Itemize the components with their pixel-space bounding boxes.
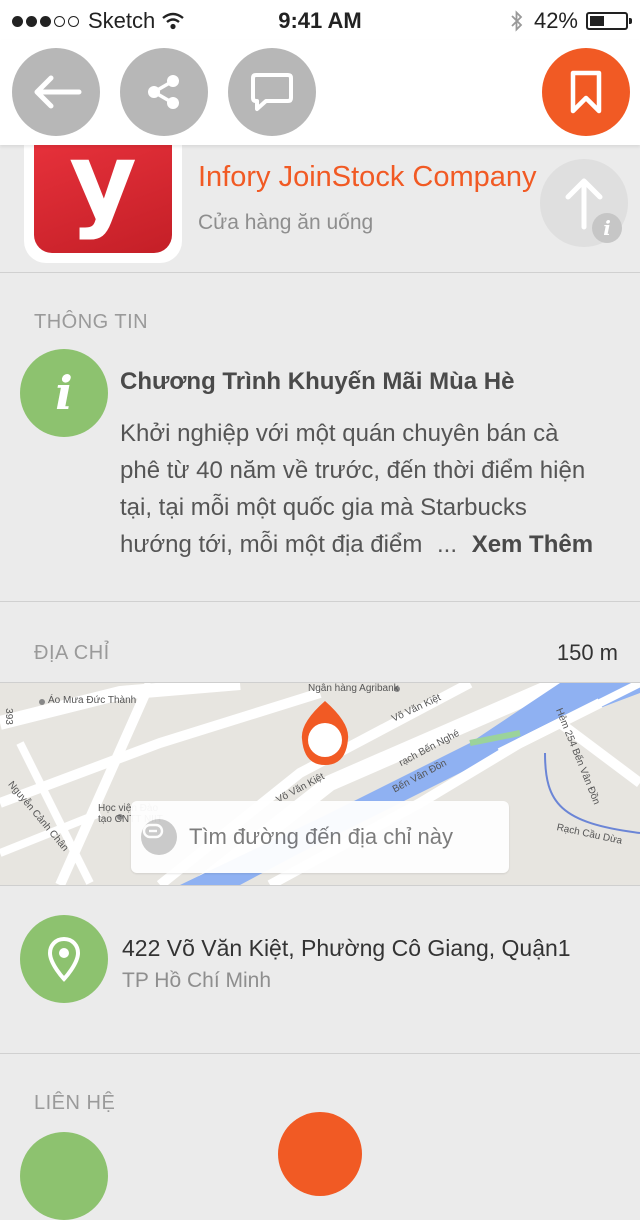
share-button[interactable]	[120, 48, 208, 136]
comment-icon	[251, 73, 293, 111]
address-line1: 422 Võ Văn Kiệt, Phường Cô Giang, Quận1	[122, 935, 571, 961]
share-icon	[148, 75, 179, 109]
map-label-number: 393	[2, 708, 14, 725]
location-pin-icon	[20, 915, 108, 1003]
info-icon: i	[20, 349, 108, 437]
info-section-title: THÔNG TIN	[34, 311, 149, 333]
promo-description: Khởi nghiệp với một quán chuyên bán cà p…	[120, 415, 600, 563]
map-view[interactable]: Áo Mưa Đức Thành Ngân hàng Agribank Võ V…	[0, 682, 640, 886]
read-more-link[interactable]: Xem Thêm	[472, 531, 593, 558]
battery-percent: 42%	[533, 8, 578, 33]
status-bar: Sketch 9:41 AM 42%	[0, 0, 640, 40]
distance: 150 m	[556, 640, 618, 665]
bookmark-button[interactable]	[542, 48, 630, 136]
map-label-bank: Ngân hàng Agribank	[308, 683, 399, 694]
company-category: Cửa hàng ăn uống	[198, 211, 374, 234]
company-logo-frame: y	[24, 120, 182, 263]
address-detail: 422 Võ Văn Kiệt, Phường Cô Giang, Quận1 …	[0, 885, 640, 1054]
contact-section-title: LIÊN HỆ	[34, 1092, 116, 1114]
directions-button[interactable]: Tìm đường đến địa chỉ này	[131, 801, 509, 873]
comment-button[interactable]	[228, 48, 316, 136]
scroll-up-button[interactable]: i	[540, 159, 628, 247]
promo-ellipsis: ...	[437, 531, 458, 558]
top-nav	[0, 40, 640, 145]
battery-icon	[586, 12, 632, 30]
battery-status: 42%	[510, 8, 632, 34]
directions-icon	[141, 819, 177, 855]
bluetooth-icon	[511, 10, 523, 32]
directions-label: Tìm đường đến địa chỉ này	[189, 824, 453, 849]
info-mini-icon: i	[592, 213, 622, 243]
address-line2: TP Hồ Chí Minh	[122, 969, 271, 992]
info-section: THÔNG TIN i Chương Trình Khuyến Mãi Mùa …	[0, 273, 640, 602]
company-name[interactable]: Infory JoinStock Company	[198, 161, 536, 194]
back-arrow-icon	[34, 75, 82, 109]
bookmark-icon	[570, 70, 602, 114]
company-logo: y	[34, 120, 172, 253]
company-header: y Infory JoinStock Company Cửa hàng ăn u…	[0, 120, 640, 273]
promo-title: Chương Trình Khuyến Mãi Mùa Hè	[120, 368, 515, 395]
map-label-shop: Áo Mưa Đức Thành	[48, 695, 137, 706]
back-button[interactable]	[12, 48, 100, 136]
phone-icon[interactable]	[20, 1132, 108, 1220]
address-section-title: ĐỊA CHỈ	[34, 642, 110, 664]
contact-action-button[interactable]	[278, 1112, 362, 1196]
address-header: ĐỊA CHỈ 150 m	[0, 602, 640, 682]
